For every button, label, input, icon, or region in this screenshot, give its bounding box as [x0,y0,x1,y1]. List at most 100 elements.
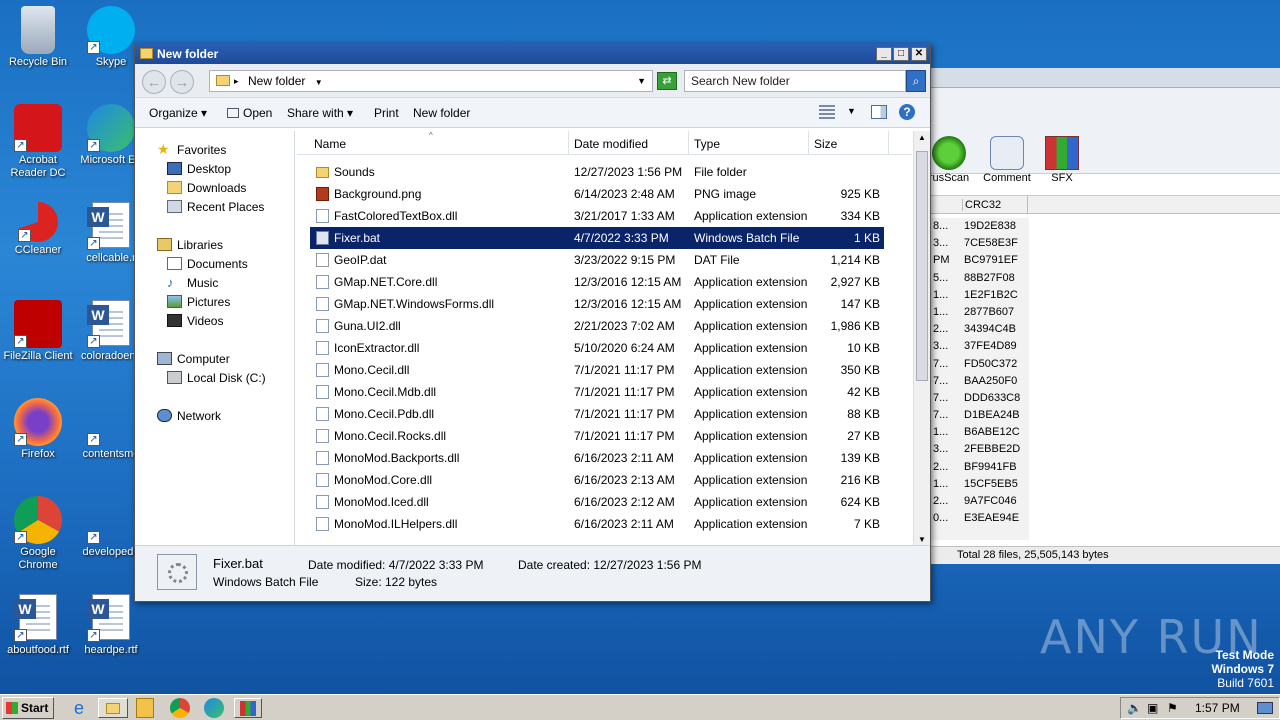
scroll-up-icon[interactable]: ▲ [918,133,926,142]
nav-network[interactable]: Network [157,407,221,425]
organize-button[interactable]: Organize ▾ [149,106,207,120]
archive-row[interactable]: PM BC9791EF [931,252,1029,269]
file-row[interactable]: Guna.UI2.dll 2/21/2023 7:02 AM Application… [310,315,884,337]
scrollbar-thumb[interactable] [916,151,928,381]
nav-downloads[interactable]: Downloads [167,179,246,197]
file-row[interactable]: MonoMod.Iced.dll 6/16/2023 2:12 AM Applica… [310,491,884,513]
archive-row[interactable]: 3... 37FE4D89 [931,338,1029,355]
clock[interactable]: 1:57 PM [1195,698,1240,718]
desktop-icon-recycle-bin[interactable]: Recycle Bin [0,6,76,69]
archive-row[interactable]: 3... 7CE58E3F [931,235,1029,252]
file-row[interactable]: Mono.Cecil.Pdb.dll 7/1/2021 11:17 PM Appli… [310,403,884,425]
vertical-scrollbar[interactable]: ▲ ▼ [913,131,930,546]
sfx-button[interactable]: SFX [1032,136,1092,184]
address-dropdown-icon[interactable]: ▼ [637,71,646,91]
nav-desktop[interactable]: Desktop [167,160,231,178]
archive-row[interactable]: 2... 9A7FC046 [931,493,1029,510]
archive-row[interactable]: 1... 15CF5EB5 [931,476,1029,493]
nav-computer[interactable]: Computer [157,350,230,368]
file-row[interactable]: MonoMod.Core.dll 6/16/2023 2:13 AM Applica… [310,469,884,491]
desktop-icon-ccleaner[interactable]: ↗ CCleaner [0,202,76,257]
nav-music[interactable]: ♪ Music [167,274,218,292]
open-button[interactable]: Open [227,106,272,120]
print-button[interactable]: Print [374,106,399,120]
archive-row[interactable]: 7... BAA250F0 [931,373,1029,390]
archive-row[interactable]: 3... 2FEBBE2D [931,441,1029,458]
view-dropdown-icon[interactable]: ▼ [847,106,856,116]
file-row[interactable]: Sounds 12/27/2023 1:56 PM File folder [310,161,884,183]
preview-pane-icon[interactable] [871,105,887,119]
address-bar[interactable]: ▸ New folder ▼ ▼ [209,70,653,92]
column-date-modified[interactable]: Date modified [569,131,689,155]
share-with-button[interactable]: Share with ▾ [287,106,353,120]
file-row[interactable]: Mono.Cecil.Rocks.dll 7/1/2021 11:17 PM App… [310,425,884,447]
nav-pictures[interactable]: Pictures [167,293,230,311]
chrome-taskbar-icon[interactable] [170,698,190,718]
forward-button[interactable]: → [170,70,194,94]
maximize-button[interactable]: □ [893,47,909,61]
refresh-icon[interactable]: ⇄ [657,72,677,90]
chevron-down-icon[interactable]: ▼ [315,78,323,87]
file-row[interactable]: FastColoredTextBox.dll 3/21/2017 1:33 AM A… [310,205,884,227]
nav-libraries[interactable]: Libraries [157,236,223,254]
nav-videos[interactable]: Videos [167,312,223,330]
scroll-down-icon[interactable]: ▼ [918,535,926,544]
nav-recent-places[interactable]: Recent Places [167,198,264,216]
media-player-icon[interactable] [136,698,154,718]
column-size[interactable]: Size [809,131,889,155]
nav-local-disk[interactable]: Local Disk (C:) [167,369,266,387]
new-folder-button[interactable]: New folder [413,106,470,120]
help-icon[interactable]: ? [899,104,915,120]
nav-documents[interactable]: Documents [167,255,248,273]
archive-row[interactable]: 7... D1BEA24B [931,407,1029,424]
archive-row[interactable]: 8... 19D2E838 [931,218,1029,235]
file-row[interactable]: GMap.NET.WindowsForms.dll 12/3/2016 12:15… [310,293,884,315]
ie-taskbar-icon[interactable]: e [68,698,90,718]
archive-row[interactable]: 1... 2877B607 [931,304,1029,321]
file-row[interactable]: Fixer.bat 4/7/2022 3:33 PM Windows Batch F… [310,227,884,249]
archive-row[interactable]: 0... E3EAE94E [931,510,1029,527]
file-row[interactable]: GeoIP.dat 3/23/2022 9:15 PM DAT File 1,214 … [310,249,884,271]
desktop-icon-heardpe-rtf[interactable]: W ↗ heardpe.rtf [73,594,149,657]
start-button[interactable]: Start [2,697,54,719]
show-desktop-icon[interactable] [1257,702,1273,714]
network-tray-icon[interactable]: ▣ [1147,698,1158,718]
archiver-taskbar-button[interactable] [234,698,262,718]
flag-icon[interactable]: ⚑ [1167,698,1178,718]
archive-row[interactable]: 2... 34394C4B [931,321,1029,338]
breadcrumb[interactable]: New folder [248,74,305,88]
file-row[interactable]: IconExtractor.dll 5/10/2020 6:24 AM Applic… [310,337,884,359]
desktop-icon-filezilla-client[interactable]: ↗ FileZilla Client [0,300,76,363]
file-row[interactable]: Mono.Cecil.dll 7/1/2021 11:17 PM Applicati… [310,359,884,381]
search-icon[interactable]: ⌕ [906,70,926,92]
desktop-icon-google-chrome[interactable]: ↗ Google Chrome [0,496,76,572]
file-row[interactable]: Background.png 6/14/2023 2:48 AM PNG image… [310,183,884,205]
file-row[interactable]: GMap.NET.Core.dll 12/3/2016 12:15 AM Appli… [310,271,884,293]
archive-row[interactable]: 2... BF9941FB [931,459,1029,476]
edge-taskbar-icon[interactable] [204,698,224,718]
explorer-taskbar-button[interactable] [98,698,128,718]
nav-favorites[interactable]: ★ Favorites [157,141,226,159]
archive-row[interactable]: 7... DDD633C8 [931,390,1029,407]
file-row[interactable]: MonoMod.Backports.dll 6/16/2023 2:11 AM Ap… [310,447,884,469]
column-name[interactable]: Name ^ [309,131,569,155]
crc-column-header[interactable]: CRC32 [962,199,1001,211]
file-row[interactable]: Mono.Cecil.Mdb.dll 7/1/2021 11:17 PM Appli… [310,381,884,403]
desktop-icon-firefox[interactable]: ↗ Firefox [0,398,76,461]
desktop-icon-acrobat-reader-dc[interactable]: ↗ Acrobat Reader DC [0,104,76,180]
archive-row[interactable]: 7... FD50C372 [931,356,1029,373]
breadcrumb-arrow-icon[interactable]: ▸ [234,71,239,91]
archive-row[interactable]: 1... 1E2F1B2C [931,287,1029,304]
search-input[interactable]: Search New folder [684,70,906,92]
volume-icon[interactable]: 🔈 [1127,698,1142,718]
view-options-icon[interactable] [819,105,835,119]
back-button[interactable]: ← [142,70,166,94]
minimize-button[interactable]: _ [876,47,892,61]
archive-row[interactable]: 1... B6ABE12C [931,424,1029,441]
desktop-icon-aboutfood-rtf[interactable]: W ↗ aboutfood.rtf [0,594,76,657]
comment-button[interactable]: Comment [977,136,1037,184]
close-button[interactable]: ✕ [911,47,927,61]
column-type[interactable]: Type [689,131,809,155]
archive-row[interactable]: 5... 88B27F08 [931,270,1029,287]
file-row[interactable]: MonoMod.ILHelpers.dll 6/16/2023 2:11 AM Ap… [310,513,884,535]
